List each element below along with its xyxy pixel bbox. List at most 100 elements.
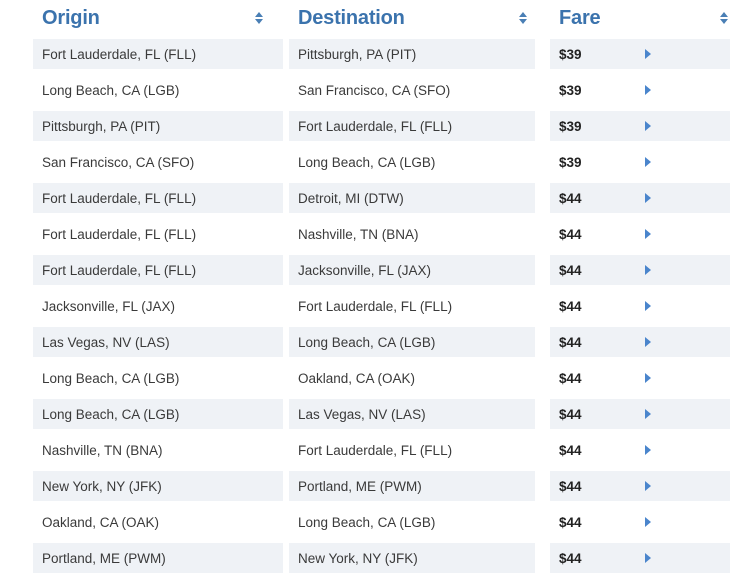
- fare-cell: $44: [550, 255, 730, 285]
- destination-text: Nashville, TN (BNA): [289, 219, 535, 249]
- column-header-origin-label: Origin: [42, 7, 100, 29]
- sort-updown-icon-destination[interactable]: [517, 12, 529, 24]
- cell-origin: Fort Lauderdale, FL (FLL): [0, 252, 285, 288]
- table-row[interactable]: San Francisco, CA (SFO) Long Beach, CA (L…: [0, 144, 730, 180]
- chevron-right-icon[interactable]: [645, 481, 651, 491]
- cell-fare: $44: [543, 180, 730, 216]
- fare-amount: $44: [559, 226, 582, 242]
- fare-amount: $39: [559, 118, 582, 134]
- destination-text: Pittsburgh, PA (PIT): [289, 39, 535, 69]
- cell-fare: $44: [543, 360, 730, 396]
- fare-cell-inner: $39: [559, 119, 730, 134]
- fare-cell-inner: $44: [559, 515, 730, 530]
- fare-cell: $44: [550, 399, 730, 429]
- destination-text: Detroit, MI (DTW): [289, 183, 535, 213]
- cell-destination: Long Beach, CA (LGB): [285, 144, 543, 180]
- origin-text: Fort Lauderdale, FL (FLL): [33, 255, 283, 285]
- origin-text: Fort Lauderdale, FL (FLL): [33, 183, 283, 213]
- origin-text: San Francisco, CA (SFO): [33, 147, 283, 177]
- cell-destination: Long Beach, CA (LGB): [285, 324, 543, 360]
- chevron-right-icon[interactable]: [645, 193, 651, 203]
- table-row[interactable]: Nashville, TN (BNA) Fort Lauderdale, FL (…: [0, 432, 730, 468]
- fare-table: Origin Destination Fare Fort Lauderdale,…: [0, 0, 730, 576]
- cell-destination: Fort Lauderdale, FL (FLL): [285, 108, 543, 144]
- chevron-right-icon[interactable]: [645, 229, 651, 239]
- fare-cell: $44: [550, 543, 730, 573]
- table-row[interactable]: Portland, ME (PWM) New York, NY (JFK) $44: [0, 540, 730, 576]
- fare-amount: $44: [559, 442, 582, 458]
- chevron-right-icon[interactable]: [645, 85, 651, 95]
- chevron-right-icon[interactable]: [645, 121, 651, 131]
- origin-text: Fort Lauderdale, FL (FLL): [33, 39, 283, 69]
- cell-destination: Las Vegas, NV (LAS): [285, 396, 543, 432]
- cell-destination: Detroit, MI (DTW): [285, 180, 543, 216]
- table-row[interactable]: Oakland, CA (OAK) Long Beach, CA (LGB) $44: [0, 504, 730, 540]
- chevron-right-icon[interactable]: [645, 265, 651, 275]
- chevron-right-icon[interactable]: [645, 409, 651, 419]
- cell-origin: Long Beach, CA (LGB): [0, 72, 285, 108]
- chevron-right-icon[interactable]: [645, 445, 651, 455]
- origin-text: Las Vegas, NV (LAS): [33, 327, 283, 357]
- cell-origin: Fort Lauderdale, FL (FLL): [0, 216, 285, 252]
- column-header-origin[interactable]: Origin: [0, 0, 285, 36]
- cell-origin: Jacksonville, FL (JAX): [0, 288, 285, 324]
- table-row[interactable]: Pittsburgh, PA (PIT) Fort Lauderdale, FL …: [0, 108, 730, 144]
- table-row[interactable]: Long Beach, CA (LGB) San Francisco, CA (S…: [0, 72, 730, 108]
- destination-text: Long Beach, CA (LGB): [289, 147, 535, 177]
- table-row[interactable]: Fort Lauderdale, FL (FLL) Jacksonville, F…: [0, 252, 730, 288]
- fare-cell: $44: [550, 327, 730, 357]
- cell-origin: Fort Lauderdale, FL (FLL): [0, 36, 285, 72]
- fare-amount: $44: [559, 262, 582, 278]
- cell-origin: New York, NY (JFK): [0, 468, 285, 504]
- chevron-right-icon[interactable]: [645, 337, 651, 347]
- chevron-right-icon[interactable]: [645, 49, 651, 59]
- destination-text: Long Beach, CA (LGB): [289, 327, 535, 357]
- column-header-destination[interactable]: Destination: [285, 0, 543, 36]
- origin-text: Long Beach, CA (LGB): [33, 399, 283, 429]
- chevron-right-icon[interactable]: [645, 157, 651, 167]
- chevron-right-icon[interactable]: [645, 553, 651, 563]
- chevron-right-icon[interactable]: [645, 301, 651, 311]
- fare-amount: $44: [559, 190, 582, 206]
- table-row[interactable]: Fort Lauderdale, FL (FLL) Pittsburgh, PA …: [0, 36, 730, 72]
- fare-cell-inner: $39: [559, 155, 730, 170]
- cell-origin: Long Beach, CA (LGB): [0, 360, 285, 396]
- origin-text: Long Beach, CA (LGB): [33, 75, 283, 105]
- cell-destination: New York, NY (JFK): [285, 540, 543, 576]
- fare-cell: $44: [550, 435, 730, 465]
- column-header-fare[interactable]: Fare: [543, 0, 730, 36]
- cell-fare: $44: [543, 396, 730, 432]
- fare-amount: $39: [559, 154, 582, 170]
- fare-cell-inner: $39: [559, 47, 730, 62]
- table-row[interactable]: Fort Lauderdale, FL (FLL) Detroit, MI (DT…: [0, 180, 730, 216]
- chevron-right-icon[interactable]: [645, 373, 651, 383]
- fare-cell: $44: [550, 291, 730, 321]
- table-row[interactable]: New York, NY (JFK) Portland, ME (PWM) $44: [0, 468, 730, 504]
- table-row[interactable]: Fort Lauderdale, FL (FLL) Nashville, TN (…: [0, 216, 730, 252]
- fare-cell: $44: [550, 183, 730, 213]
- fare-cell-inner: $44: [559, 407, 730, 422]
- fare-amount: $39: [559, 82, 582, 98]
- fare-amount: $44: [559, 334, 582, 350]
- sort-updown-icon-origin[interactable]: [253, 12, 265, 24]
- fare-cell: $39: [550, 75, 730, 105]
- cell-destination: Fort Lauderdale, FL (FLL): [285, 432, 543, 468]
- table-row[interactable]: Long Beach, CA (LGB) Oakland, CA (OAK) $44: [0, 360, 730, 396]
- sort-updown-icon-fare[interactable]: [718, 12, 730, 24]
- origin-text: Long Beach, CA (LGB): [33, 363, 283, 393]
- cell-origin: Nashville, TN (BNA): [0, 432, 285, 468]
- cell-fare: $44: [543, 432, 730, 468]
- table-row[interactable]: Long Beach, CA (LGB) Las Vegas, NV (LAS) $…: [0, 396, 730, 432]
- table-row[interactable]: Las Vegas, NV (LAS) Long Beach, CA (LGB) $…: [0, 324, 730, 360]
- table-header: Origin Destination Fare: [0, 0, 730, 36]
- fare-cell: $44: [550, 363, 730, 393]
- table-row[interactable]: Jacksonville, FL (JAX) Fort Lauderdale, F…: [0, 288, 730, 324]
- cell-fare: $39: [543, 144, 730, 180]
- origin-text: Nashville, TN (BNA): [33, 435, 283, 465]
- cell-destination: Pittsburgh, PA (PIT): [285, 36, 543, 72]
- chevron-right-icon[interactable]: [645, 517, 651, 527]
- column-header-fare-label: Fare: [559, 7, 601, 29]
- fare-amount: $44: [559, 550, 582, 566]
- destination-text: Las Vegas, NV (LAS): [289, 399, 535, 429]
- cell-origin: Fort Lauderdale, FL (FLL): [0, 180, 285, 216]
